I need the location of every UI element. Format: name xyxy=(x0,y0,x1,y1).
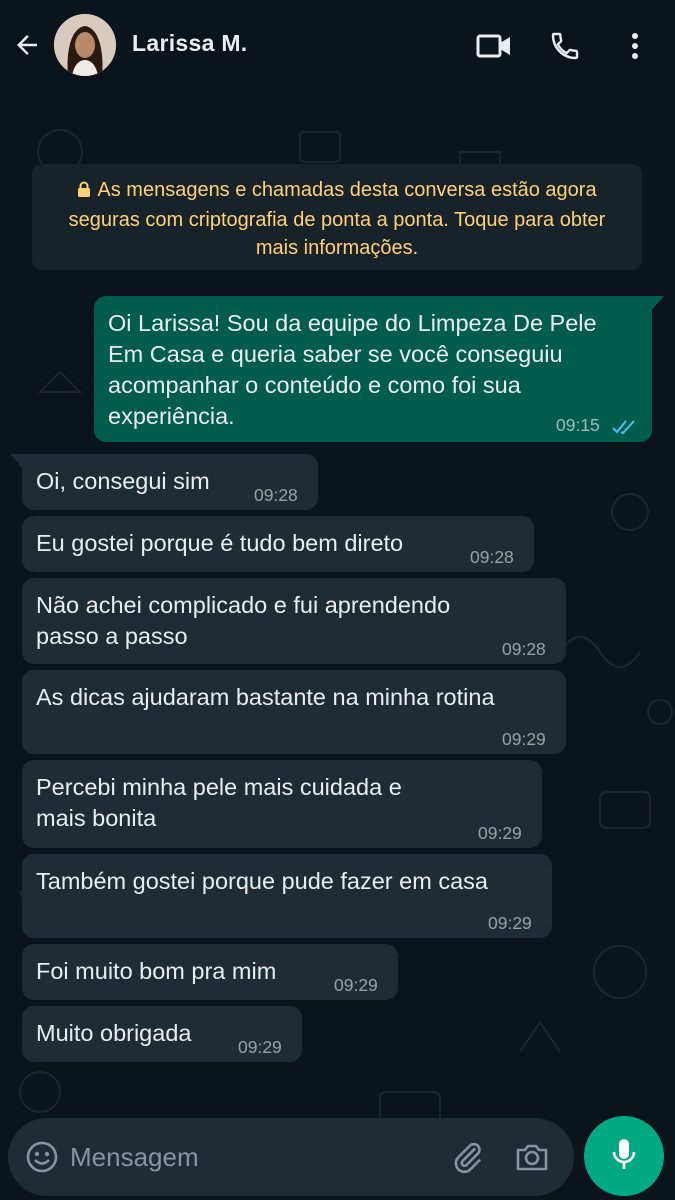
outgoing-bubble-tail xyxy=(650,296,664,312)
incoming-message[interactable]: Oi, consegui sim 09:28 xyxy=(22,454,318,510)
message-text: As dicas ajudaram bastante na minha roti… xyxy=(36,684,495,710)
incoming-message[interactable]: Percebi minha pele mais cuidada e mais b… xyxy=(22,760,542,848)
attach-icon[interactable] xyxy=(448,1137,488,1177)
voice-message-button[interactable] xyxy=(584,1116,664,1196)
more-options-icon[interactable] xyxy=(615,26,655,66)
microphone-icon xyxy=(611,1137,637,1176)
outgoing-message[interactable]: Oi Larissa! Sou da equipe do Limpeza De … xyxy=(94,296,652,442)
message-time: 09:28 xyxy=(502,639,546,659)
message-time: 09:29 xyxy=(478,823,522,843)
message-text: Eu gostei porque é tudo bem direto xyxy=(36,530,404,556)
incoming-message[interactable]: As dicas ajudaram bastante na minha roti… xyxy=(22,670,566,754)
avatar[interactable] xyxy=(54,14,116,76)
encryption-notice[interactable]: As mensagens e chamadas desta conversa e… xyxy=(32,164,642,270)
phone-call-icon[interactable] xyxy=(545,26,585,66)
incoming-message[interactable]: Eu gostei porque é tudo bem direto 09:28 xyxy=(22,516,534,572)
message-text: Foi muito bom pra mim xyxy=(36,958,277,984)
lock-icon xyxy=(77,178,91,206)
message-text: Também gostei porque pude fazer em casa xyxy=(36,868,488,894)
emoji-icon[interactable] xyxy=(22,1137,62,1177)
read-receipt-icon xyxy=(612,412,638,443)
incoming-message[interactable]: Não achei complicado e fui aprendendo pa… xyxy=(22,578,566,664)
message-time: 09:15 xyxy=(556,415,600,435)
back-arrow-icon[interactable] xyxy=(10,28,44,62)
message-time: 09:29 xyxy=(238,1037,282,1057)
incoming-message[interactable]: Muito obrigada 09:29 xyxy=(22,1006,302,1062)
message-time: 09:28 xyxy=(470,547,514,567)
message-time: 09:28 xyxy=(254,485,298,505)
video-call-icon[interactable] xyxy=(474,26,514,66)
message-input[interactable]: Mensagem xyxy=(70,1142,199,1173)
encryption-notice-text: As mensagens e chamadas desta conversa e… xyxy=(68,179,606,259)
message-time: 09:29 xyxy=(334,975,378,995)
chat-header: Larissa M. xyxy=(0,0,675,92)
message-input-bar[interactable]: Mensagem xyxy=(8,1118,574,1196)
message-text: Não achei complicado e fui aprendendo pa… xyxy=(36,592,451,649)
incoming-message[interactable]: Foi muito bom pra mim 09:29 xyxy=(22,944,398,1000)
message-time: 09:29 xyxy=(502,729,546,749)
camera-icon[interactable] xyxy=(512,1137,552,1177)
message-text: Percebi minha pele mais cuidada e mais b… xyxy=(36,774,402,831)
contact-name[interactable]: Larissa M. xyxy=(132,30,248,57)
message-time: 09:29 xyxy=(488,913,532,933)
incoming-message[interactable]: Também gostei porque pude fazer em casa … xyxy=(22,854,552,938)
